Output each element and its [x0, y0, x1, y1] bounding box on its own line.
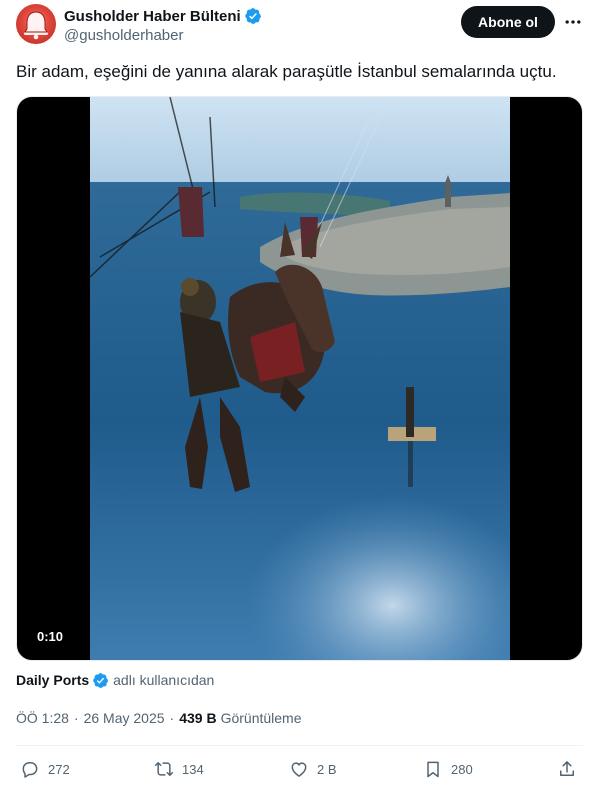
tweet-header: Gusholder Haber Bülteni @gusholderhaber … [16, 4, 583, 48]
heart-icon [291, 762, 307, 777]
tweet-date[interactable]: 26 May 2025 [84, 710, 165, 726]
avatar[interactable] [16, 4, 56, 44]
video-player[interactable]: 0:10 [16, 96, 583, 661]
source-suffix: adlı kullanıcıdan [113, 672, 215, 688]
reply-count: 272 [48, 761, 70, 777]
share-icon [560, 761, 574, 776]
source-account-name[interactable]: Daily Ports [16, 672, 89, 688]
bell-logo-icon [24, 11, 48, 40]
bookmark-button[interactable]: 280 [423, 756, 473, 782]
like-button[interactable]: 2 B [289, 756, 337, 782]
share-button[interactable] [557, 756, 585, 782]
verified-badge-icon [93, 672, 109, 688]
author-name-row: Gusholder Haber Bülteni [64, 6, 262, 26]
views-count: 439 B [179, 710, 217, 726]
like-count: 2 B [317, 761, 337, 777]
action-bar: 272 134 2 B 280 [16, 756, 583, 782]
repost-count: 134 [182, 761, 204, 777]
reply-icon [22, 762, 38, 778]
divider [16, 745, 583, 746]
verified-badge-icon [245, 8, 261, 24]
source-attribution: Daily Ports adlı kullanıcıdan [16, 670, 214, 690]
follow-button[interactable]: Abone ol [461, 6, 555, 38]
reply-button[interactable]: 272 [20, 756, 70, 782]
paraglider-donkey-video-still [90, 97, 510, 660]
bookmark-icon [427, 761, 439, 778]
meta-separator: · [73, 710, 79, 726]
more-options-icon[interactable] [563, 12, 583, 32]
tweet-meta: ÖÖ 1:28 · 26 May 2025 · 439 B Görüntülem… [16, 709, 302, 727]
video-frame[interactable] [90, 97, 510, 660]
tweet-time[interactable]: ÖÖ 1:28 [16, 710, 69, 726]
meta-separator: · [169, 710, 175, 726]
tweet-text: Bir adam, eşeğini de yanına alarak paraş… [16, 62, 557, 81]
views-label: Görüntüleme [220, 710, 302, 726]
author-handle[interactable]: @gusholderhaber [64, 27, 183, 44]
repost-icon [154, 762, 174, 776]
bookmark-count: 280 [451, 761, 473, 777]
repost-button[interactable]: 134 [154, 756, 204, 782]
video-duration: 0:10 [31, 627, 70, 646]
author-display-name[interactable]: Gusholder Haber Bülteni [64, 8, 241, 25]
